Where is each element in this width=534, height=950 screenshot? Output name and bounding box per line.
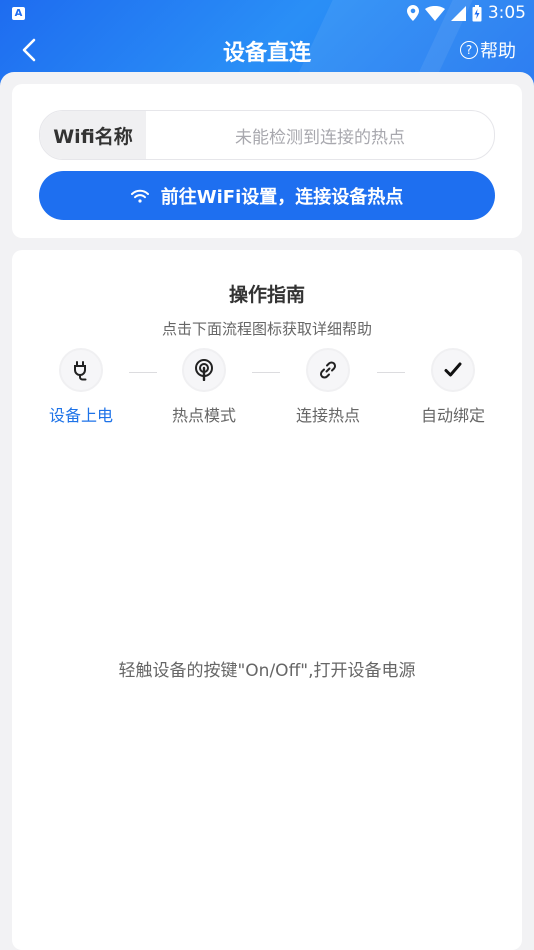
guide-title: 操作指南 xyxy=(228,284,305,306)
link-icon xyxy=(319,361,337,379)
cell-signal-icon xyxy=(450,5,466,21)
help-icon: ? xyxy=(460,41,478,59)
step-auto-bind[interactable]: 自动绑定 xyxy=(403,348,503,426)
guide-subtitle: 点击下面流程图标获取详细帮助 xyxy=(161,320,372,338)
step-label: 连接热点 xyxy=(295,406,360,425)
wifi-icon xyxy=(130,189,149,203)
page-title: 设备直连 xyxy=(222,41,311,66)
step-connector xyxy=(129,372,157,373)
help-button[interactable]: ? 帮助 xyxy=(460,37,516,63)
status-time: 3:05 xyxy=(487,3,526,23)
step-hotspot-mode[interactable]: 热点模式 xyxy=(154,348,254,426)
goto-wifi-label: 前往WiFi设置，连接设备热点 xyxy=(160,186,404,208)
wifi-name-label: Wifi名称 xyxy=(40,111,146,159)
wifi-name-value: 未能检测到连接的热点 xyxy=(235,127,405,148)
step-connect-hotspot[interactable]: 连接热点 xyxy=(278,348,378,426)
step-label: 自动绑定 xyxy=(420,406,485,425)
wifi-name-field: Wifi名称 未能检测到连接的热点 xyxy=(39,110,495,160)
step-connector xyxy=(377,372,405,373)
step-connector xyxy=(252,372,280,373)
app-notification-icon: A xyxy=(12,7,25,20)
help-label: 帮助 xyxy=(480,41,516,62)
step-label: 热点模式 xyxy=(171,406,236,425)
main-content: Wifi名称 未能检测到连接的热点 前往WiFi设置，连接设备热点 操作指南 点… xyxy=(0,72,534,950)
hotspot-icon xyxy=(195,359,213,381)
guide-card: 操作指南 点击下面流程图标获取详细帮助 设备上电 热点模式 连接热点 自动绑定 … xyxy=(12,250,522,950)
checkmark-icon xyxy=(444,362,462,377)
wifi-signal-icon xyxy=(424,5,445,21)
step-label: 设备上电 xyxy=(48,406,113,425)
location-icon xyxy=(406,5,419,21)
instruction-text: 轻触设备的按键"On/Off",打开设备电源 xyxy=(118,661,416,681)
wifi-card: Wifi名称 未能检测到连接的热点 前往WiFi设置，连接设备热点 xyxy=(12,84,522,238)
battery-charging-icon xyxy=(472,4,482,21)
navbar: 设备直连 ? 帮助 xyxy=(0,28,534,72)
step-power-on[interactable]: 设备上电 xyxy=(31,348,131,426)
status-bar: A 3:05 xyxy=(0,0,534,28)
goto-wifi-settings-button[interactable]: 前往WiFi设置，连接设备热点 xyxy=(39,171,495,220)
power-plug-icon xyxy=(74,361,87,381)
